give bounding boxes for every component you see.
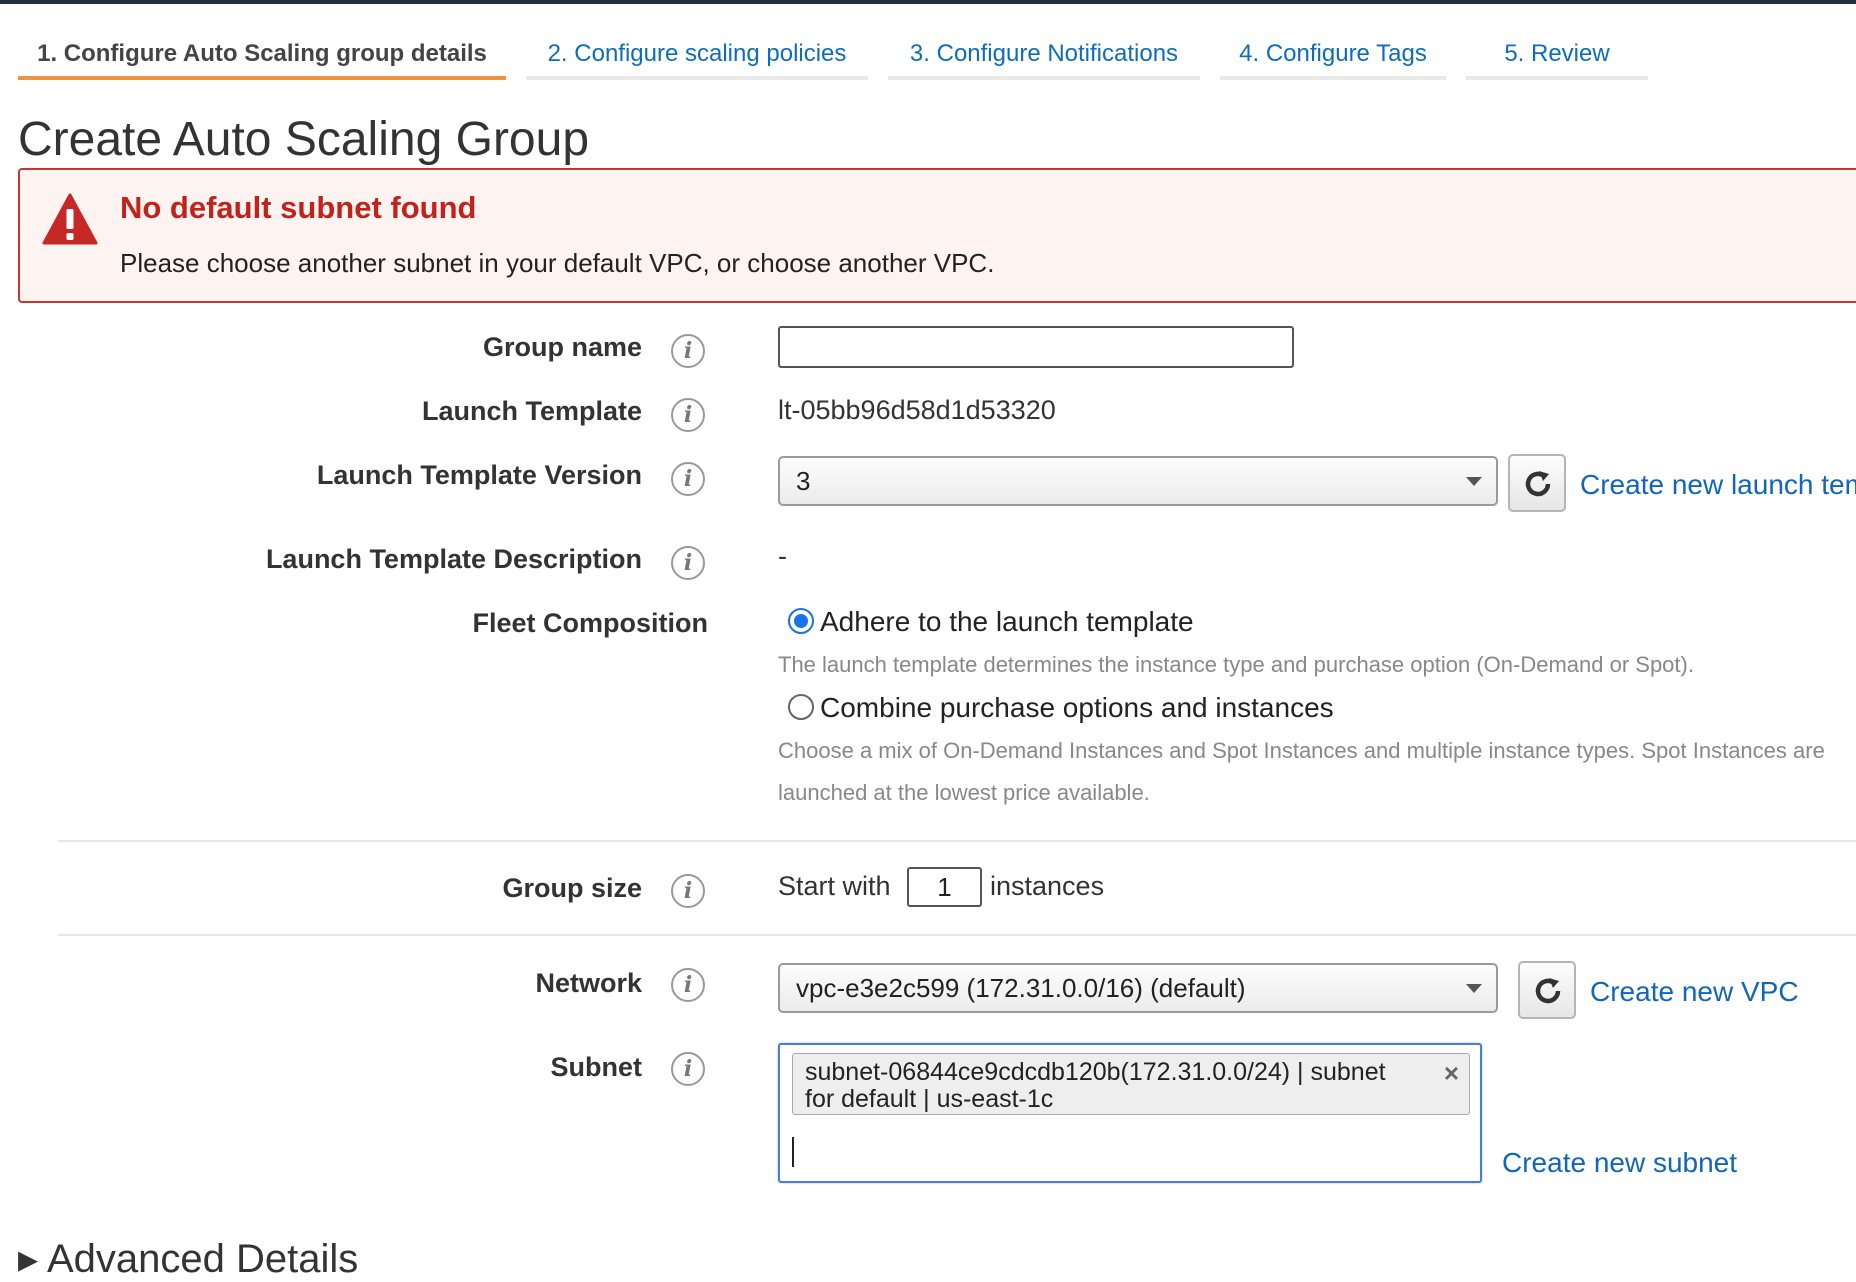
combine-purchase-options-radio[interactable]	[788, 694, 814, 720]
page-title: Create Auto Scaling Group	[18, 113, 590, 166]
info-icon[interactable]: i	[671, 334, 705, 368]
combine-help-text-line1: Choose a mix of On-Demand Instances and …	[778, 738, 1825, 763]
tab-configure-group-details[interactable]: 1. Configure Auto Scaling group details	[18, 36, 506, 80]
select-value: 3	[796, 466, 811, 496]
tab-review[interactable]: 5. Review	[1466, 36, 1648, 80]
launch-template-label: Launch Template	[421, 396, 642, 426]
tab-configure-notifications[interactable]: 3. Configure Notifications	[888, 36, 1200, 80]
adhere-launch-template-label[interactable]: Adhere to the launch template	[820, 606, 1194, 638]
refresh-icon	[1535, 978, 1561, 1004]
close-icon[interactable]: ×	[1444, 1060, 1459, 1087]
network-label: Network	[535, 968, 642, 998]
group-size-suffix: instances	[990, 871, 1105, 901]
launch-template-description-value: -	[778, 541, 787, 571]
text-cursor	[792, 1137, 794, 1167]
tab-configure-scaling-policies[interactable]: 2. Configure scaling policies	[526, 36, 868, 80]
create-vpc-link[interactable]: Create new VPC	[1590, 976, 1799, 1008]
advanced-details-toggle[interactable]: ▸ Advanced Details	[18, 1236, 358, 1282]
launch-template-version-label: Launch Template Version	[316, 460, 642, 490]
launch-template-value: lt-05bb96d58d1d53320	[778, 395, 1056, 425]
combine-purchase-options-label[interactable]: Combine purchase options and instances	[820, 692, 1334, 724]
info-icon[interactable]: i	[671, 874, 705, 908]
info-icon[interactable]: i	[671, 968, 705, 1002]
alert-message: Please choose another subnet in your def…	[120, 248, 995, 278]
network-select[interactable]: vpc-e3e2c599 (172.31.0.0/16) (default)	[778, 963, 1498, 1013]
subnet-label: Subnet	[550, 1052, 643, 1082]
warning-triangle-icon	[42, 193, 98, 245]
create-subnet-link[interactable]: Create new subnet	[1502, 1147, 1737, 1179]
group-size-prefix: Start with	[778, 871, 891, 901]
info-icon[interactable]: i	[671, 546, 705, 580]
selected-subnet-chip: subnet-06844ce9cdcdb120b(172.31.0.0/24) …	[792, 1053, 1470, 1115]
section-divider	[58, 840, 1856, 842]
alert-title: No default subnet found	[120, 190, 477, 225]
chevron-down-icon	[1466, 984, 1482, 993]
error-alert: No default subnet found Please choose an…	[18, 168, 1856, 303]
group-name-input[interactable]	[778, 326, 1294, 368]
chevron-down-icon	[1466, 477, 1482, 486]
select-value: vpc-e3e2c599 (172.31.0.0/16) (default)	[796, 973, 1246, 1003]
launch-template-description-label: Launch Template Description	[265, 544, 642, 574]
adhere-launch-template-radio[interactable]	[788, 608, 814, 634]
info-icon[interactable]: i	[671, 398, 705, 432]
fleet-composition-label: Fleet Composition	[472, 608, 709, 638]
subnet-multiselect[interactable]: subnet-06844ce9cdcdb120b(172.31.0.0/24) …	[778, 1043, 1482, 1183]
group-name-label: Group name	[482, 332, 642, 362]
refresh-network-button[interactable]	[1518, 961, 1576, 1019]
refresh-icon	[1525, 471, 1551, 497]
top-border	[0, 0, 1856, 4]
tab-configure-tags[interactable]: 4. Configure Tags	[1220, 36, 1446, 80]
section-divider	[58, 934, 1856, 936]
advanced-details-label: Advanced Details	[46, 1237, 359, 1281]
info-icon[interactable]: i	[671, 1052, 705, 1086]
info-icon[interactable]: i	[671, 462, 705, 496]
selected-subnet-text: subnet-06844ce9cdcdb120b(172.31.0.0/24) …	[805, 1058, 1386, 1113]
group-size-label: Group size	[502, 873, 642, 903]
launch-template-version-select[interactable]: 3	[778, 456, 1498, 506]
adhere-help-text: The launch template determines the insta…	[778, 652, 1694, 677]
combine-help-text-line2: launched at the lowest price available.	[778, 780, 1150, 805]
group-size-input[interactable]: 1	[907, 867, 982, 907]
refresh-launch-template-button[interactable]	[1508, 454, 1566, 512]
create-launch-template-link[interactable]: Create new launch template	[1580, 469, 1856, 501]
chevron-right-icon: ▸	[18, 1237, 47, 1281]
